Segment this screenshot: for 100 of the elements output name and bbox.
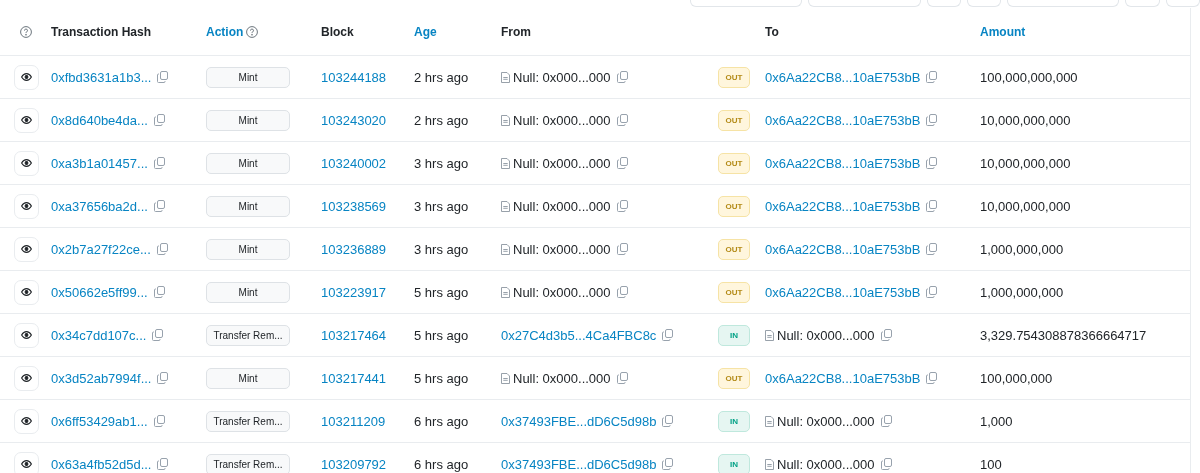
copy-icon[interactable] [926, 372, 938, 384]
age-text: 3 hrs ago [414, 155, 469, 171]
address-text: Null: 0x000...000 [777, 327, 875, 343]
column-header[interactable]: Age [414, 24, 437, 39]
column-header[interactable]: Amount [980, 24, 1026, 39]
address-link[interactable]: 0x6Aa22CB8...10aE753bB [765, 370, 921, 386]
view-button[interactable] [14, 150, 39, 176]
copy-icon[interactable] [616, 243, 628, 255]
copy-icon[interactable] [153, 114, 165, 126]
copy-icon[interactable] [616, 372, 628, 384]
document-icon [501, 71, 510, 83]
eye-icon [21, 245, 32, 253]
eye-icon [21, 331, 32, 339]
block-link[interactable]: 103217441 [321, 370, 387, 386]
transaction-hash-link[interactable]: 0x63a4fb52d5d... [51, 456, 152, 472]
address-link[interactable]: 0x37493FBE...dD6C5d98b [501, 456, 657, 472]
view-button[interactable] [14, 322, 39, 348]
copy-icon[interactable] [152, 329, 164, 341]
block-link[interactable]: 103217464 [321, 327, 387, 343]
column-header[interactable]: Action [206, 24, 259, 39]
column-header: Block [321, 24, 354, 39]
address-link[interactable]: 0x37493FBE...dD6C5d98b [501, 413, 657, 429]
view-button[interactable] [14, 107, 39, 133]
action-badge: Mint [206, 367, 290, 389]
copy-icon[interactable] [926, 157, 938, 169]
copy-icon[interactable] [153, 286, 165, 298]
action-badge: Mint [206, 238, 290, 260]
copy-icon[interactable] [926, 114, 938, 126]
age-text: 5 hrs ago [414, 284, 469, 300]
document-icon [765, 329, 774, 341]
transaction-hash-link[interactable]: 0x6ff53429ab1... [51, 413, 148, 429]
age-text: 5 hrs ago [414, 327, 469, 343]
block-link[interactable]: 103243020 [321, 112, 387, 128]
copy-icon[interactable] [156, 243, 168, 255]
copy-icon[interactable] [926, 243, 938, 255]
copy-icon[interactable] [616, 157, 628, 169]
address-text: Null: 0x000...000 [777, 413, 875, 429]
direction-badge: IN [718, 410, 750, 432]
transaction-hash-link[interactable]: 0x34c7dd107c... [51, 327, 147, 343]
address-text: Null: 0x000...000 [777, 456, 875, 472]
copy-icon[interactable] [616, 114, 628, 126]
help-icon[interactable] [246, 25, 259, 38]
block-link[interactable]: 103244188 [321, 69, 387, 85]
amount-text: 1,000,000,000 [980, 284, 1064, 300]
copy-icon[interactable] [616, 200, 628, 212]
transaction-hash-link[interactable]: 0x8d640be4da... [51, 112, 148, 128]
view-button[interactable] [14, 64, 39, 90]
transaction-hash-link[interactable]: 0x50662e5ff99... [51, 284, 148, 300]
view-button[interactable] [14, 365, 39, 391]
block-link[interactable]: 103209792 [321, 456, 387, 472]
copy-icon[interactable] [153, 200, 165, 212]
address-link[interactable]: 0x6Aa22CB8...10aE753bB [765, 155, 921, 171]
amount-text: 1,000,000,000 [980, 241, 1064, 257]
copy-icon[interactable] [880, 415, 892, 427]
copy-icon[interactable] [926, 71, 938, 83]
address-link[interactable]: 0x6Aa22CB8...10aE753bB [765, 241, 921, 257]
transaction-hash-link[interactable]: 0xfbd3631a1b3... [51, 69, 152, 85]
transaction-hash-link[interactable]: 0x2b7a27f22ce... [51, 241, 151, 257]
direction-badge: IN [718, 324, 750, 346]
view-button[interactable] [14, 193, 39, 219]
transaction-hash-link[interactable]: 0xa3b1a01457... [51, 155, 148, 171]
view-button[interactable] [14, 279, 39, 305]
age-text: 3 hrs ago [414, 241, 469, 257]
copy-icon[interactable] [157, 372, 169, 384]
address-link[interactable]: 0x27C4d3b5...4Ca4FBC8c [501, 327, 657, 343]
direction-badge: OUT [718, 152, 750, 174]
copy-icon[interactable] [662, 329, 674, 341]
address-link[interactable]: 0x6Aa22CB8...10aE753bB [765, 284, 921, 300]
copy-icon[interactable] [153, 157, 165, 169]
action-badge: Transfer Rem... [206, 410, 290, 432]
copy-icon[interactable] [662, 415, 674, 427]
address-link[interactable]: 0x6Aa22CB8...10aE753bB [765, 198, 921, 214]
column-header: To [765, 24, 779, 39]
block-link[interactable]: 103211209 [321, 413, 386, 429]
address-text: Null: 0x000...000 [513, 370, 611, 386]
copy-icon[interactable] [880, 458, 892, 470]
copy-icon[interactable] [926, 286, 938, 298]
copy-icon[interactable] [153, 415, 165, 427]
copy-icon[interactable] [157, 71, 169, 83]
direction-badge: OUT [718, 109, 750, 131]
copy-icon[interactable] [616, 286, 628, 298]
block-link[interactable]: 103238569 [321, 198, 387, 214]
help-icon[interactable] [20, 25, 32, 38]
address-link[interactable]: 0x6Aa22CB8...10aE753bB [765, 69, 921, 85]
copy-icon[interactable] [926, 200, 938, 212]
address-link[interactable]: 0x6Aa22CB8...10aE753bB [765, 112, 921, 128]
copy-icon[interactable] [157, 458, 169, 470]
age-text: 6 hrs ago [414, 413, 469, 429]
document-icon [765, 458, 774, 470]
copy-icon[interactable] [880, 329, 892, 341]
transaction-hash-link[interactable]: 0x3d52ab7994f... [51, 370, 152, 386]
copy-icon[interactable] [616, 71, 628, 83]
view-button[interactable] [14, 236, 39, 262]
transaction-hash-link[interactable]: 0xa37656ba2d... [51, 198, 148, 214]
copy-icon[interactable] [662, 458, 674, 470]
block-link[interactable]: 103223917 [321, 284, 387, 300]
block-link[interactable]: 103236889 [321, 241, 387, 257]
view-button[interactable] [14, 451, 39, 473]
block-link[interactable]: 103240002 [321, 155, 387, 171]
view-button[interactable] [14, 408, 39, 434]
